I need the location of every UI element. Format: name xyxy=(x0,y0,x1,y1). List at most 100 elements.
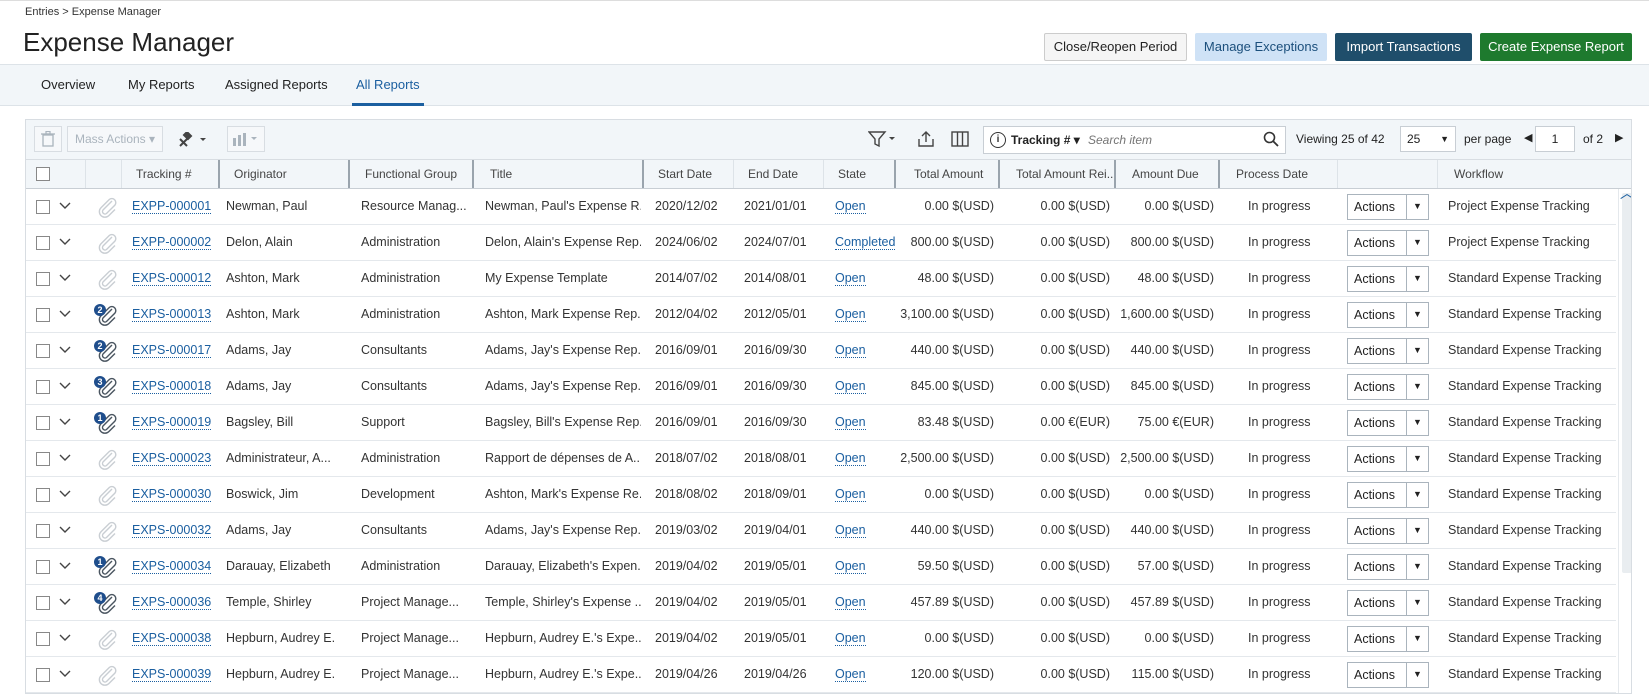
table-row[interactable]: EXPS-000030 Boswick, Jim Development Ashton… xyxy=(26,477,1616,513)
chevron-down-icon[interactable] xyxy=(58,234,72,251)
col-start-date[interactable]: Start Date xyxy=(644,160,734,188)
tab-my-reports[interactable]: My Reports xyxy=(128,77,194,92)
row-checkbox[interactable] xyxy=(36,272,50,286)
chevron-down-icon[interactable]: ▼ xyxy=(1406,447,1428,471)
state-link[interactable]: Completed xyxy=(835,235,896,250)
breadcrumb[interactable]: Entries > Expense Manager xyxy=(25,6,161,18)
tracking-link[interactable]: EXPS-000038 xyxy=(132,631,212,646)
col-amount-due[interactable]: Amount Due xyxy=(1116,160,1220,188)
tracking-link[interactable]: EXPS-000012 xyxy=(132,271,212,286)
chevron-down-icon[interactable] xyxy=(58,630,72,647)
chevron-down-icon[interactable]: ▼ xyxy=(1406,519,1428,543)
state-link[interactable]: Open xyxy=(835,667,866,682)
state-link[interactable]: Open xyxy=(835,631,866,646)
attachment-icon[interactable] xyxy=(94,231,120,255)
attachment-icon[interactable]: 1 xyxy=(94,411,120,435)
create-expense-report-button[interactable]: Create Expense Report xyxy=(1480,33,1632,61)
mass-actions-dropdown[interactable]: Mass Actions ▾ xyxy=(67,126,163,152)
export-icon[interactable] xyxy=(917,130,935,153)
tools-icon[interactable] xyxy=(178,130,208,151)
columns-icon[interactable] xyxy=(951,130,969,153)
chevron-down-icon[interactable] xyxy=(58,558,72,575)
table-row[interactable]: EXPS-000039 Hepburn, Audrey E. Project Man… xyxy=(26,657,1616,693)
actions-dropdown-button[interactable]: Actions ▼ xyxy=(1347,518,1429,544)
vertical-scrollbar[interactable]: ︿ xyxy=(1618,185,1631,693)
table-row[interactable]: EXPS-000023 Administrateur, A... Administr… xyxy=(26,441,1616,477)
row-checkbox[interactable] xyxy=(36,452,50,466)
scroll-up-icon[interactable]: ︿ xyxy=(1620,183,1631,203)
page-number-input[interactable] xyxy=(1535,126,1575,152)
chevron-down-icon[interactable]: ▼ xyxy=(1406,483,1428,507)
col-total-reimbursed[interactable]: Total Amount Rei... xyxy=(1000,160,1116,188)
row-checkbox[interactable] xyxy=(36,380,50,394)
per-page-select[interactable]: 25 ▼ xyxy=(1400,126,1456,152)
row-checkbox[interactable] xyxy=(36,308,50,322)
tracking-link[interactable]: EXPS-000030 xyxy=(132,487,212,502)
attachment-icon[interactable] xyxy=(94,663,120,687)
actions-dropdown-button[interactable]: Actions ▼ xyxy=(1347,446,1429,472)
state-link[interactable]: Open xyxy=(835,271,866,286)
state-link[interactable]: Open xyxy=(835,307,866,322)
chevron-down-icon[interactable] xyxy=(58,270,72,287)
info-icon[interactable]: i xyxy=(990,132,1006,148)
attachment-icon[interactable] xyxy=(94,483,120,507)
state-link[interactable]: Open xyxy=(835,559,866,574)
state-link[interactable]: Open xyxy=(835,595,866,610)
chevron-down-icon[interactable] xyxy=(58,450,72,467)
state-link[interactable]: Open xyxy=(835,199,866,214)
actions-dropdown-button[interactable]: Actions ▼ xyxy=(1347,338,1429,364)
scrollbar-thumb[interactable] xyxy=(1622,193,1631,573)
chevron-down-icon[interactable]: ▼ xyxy=(1406,303,1428,327)
table-row[interactable]: 1 EXPS-000019 Bagsley, Bill Support Bagsley,… xyxy=(26,405,1616,441)
tracking-link[interactable]: EXPS-000034 xyxy=(132,559,212,574)
attachment-icon[interactable]: 4 xyxy=(94,591,120,615)
actions-dropdown-button[interactable]: Actions ▼ xyxy=(1347,410,1429,436)
search-field-dropdown[interactable]: Tracking # ▾ xyxy=(1011,133,1080,147)
tab-overview[interactable]: Overview xyxy=(41,77,95,92)
chevron-down-icon[interactable] xyxy=(58,342,72,359)
select-all-checkbox[interactable] xyxy=(36,167,50,181)
table-row[interactable]: 2 EXPS-000017 Adams, Jay Consultants Adams, … xyxy=(26,333,1616,369)
chevron-down-icon[interactable]: ▼ xyxy=(1406,591,1428,615)
attachment-icon[interactable]: 2 xyxy=(94,339,120,363)
row-checkbox[interactable] xyxy=(36,560,50,574)
row-checkbox[interactable] xyxy=(36,668,50,682)
state-link[interactable]: Open xyxy=(835,343,866,358)
col-tracking[interactable]: Tracking # xyxy=(122,160,220,188)
actions-dropdown-button[interactable]: Actions ▼ xyxy=(1347,302,1429,328)
actions-dropdown-button[interactable]: Actions ▼ xyxy=(1347,482,1429,508)
chevron-down-icon[interactable]: ▼ xyxy=(1406,663,1428,687)
col-end-date[interactable]: End Date xyxy=(734,160,824,188)
state-link[interactable]: Open xyxy=(835,451,866,466)
table-row[interactable]: 4 EXPS-000036 Temple, Shirley Project Manag… xyxy=(26,585,1616,621)
attachment-icon[interactable] xyxy=(94,519,120,543)
import-transactions-button[interactable]: Import Transactions xyxy=(1335,33,1472,61)
manage-exceptions-button[interactable]: Manage Exceptions xyxy=(1195,33,1327,61)
delete-icon[interactable] xyxy=(34,126,62,152)
tracking-link[interactable]: EXPS-000013 xyxy=(132,307,212,322)
row-checkbox[interactable] xyxy=(36,524,50,538)
col-title[interactable]: Title xyxy=(474,160,644,188)
actions-dropdown-button[interactable]: Actions ▼ xyxy=(1347,662,1429,688)
actions-dropdown-button[interactable]: Actions ▼ xyxy=(1347,230,1429,256)
attachment-icon[interactable]: 1 xyxy=(94,555,120,579)
chevron-down-icon[interactable]: ▼ xyxy=(1406,627,1428,651)
attachment-icon[interactable]: 2 xyxy=(94,303,120,327)
row-checkbox[interactable] xyxy=(36,236,50,250)
table-row[interactable]: EXPS-000032 Adams, Jay Consultants Adams, J… xyxy=(26,513,1616,549)
state-link[interactable]: Open xyxy=(835,379,866,394)
tracking-link[interactable]: EXPS-000023 xyxy=(132,451,212,466)
state-link[interactable]: Open xyxy=(835,487,866,502)
tracking-link[interactable]: EXPS-000019 xyxy=(132,415,212,430)
chart-icon[interactable] xyxy=(227,126,265,152)
next-page-icon[interactable]: ▶ xyxy=(1615,131,1623,144)
attachment-icon[interactable] xyxy=(94,627,120,651)
search-input[interactable] xyxy=(1088,130,1258,150)
tracking-link[interactable]: EXPS-000039 xyxy=(132,667,212,682)
chevron-down-icon[interactable]: ▼ xyxy=(1406,555,1428,579)
row-checkbox[interactable] xyxy=(36,488,50,502)
table-row[interactable]: 1 EXPS-000034 Darauay, Elizabeth Administra… xyxy=(26,549,1616,585)
tracking-link[interactable]: EXPS-000017 xyxy=(132,343,212,358)
table-row[interactable]: EXPP-000002 Delon, Alain Administration Del… xyxy=(26,225,1616,261)
table-row[interactable]: 2 EXPS-000013 Ashton, Mark Administration As… xyxy=(26,297,1616,333)
